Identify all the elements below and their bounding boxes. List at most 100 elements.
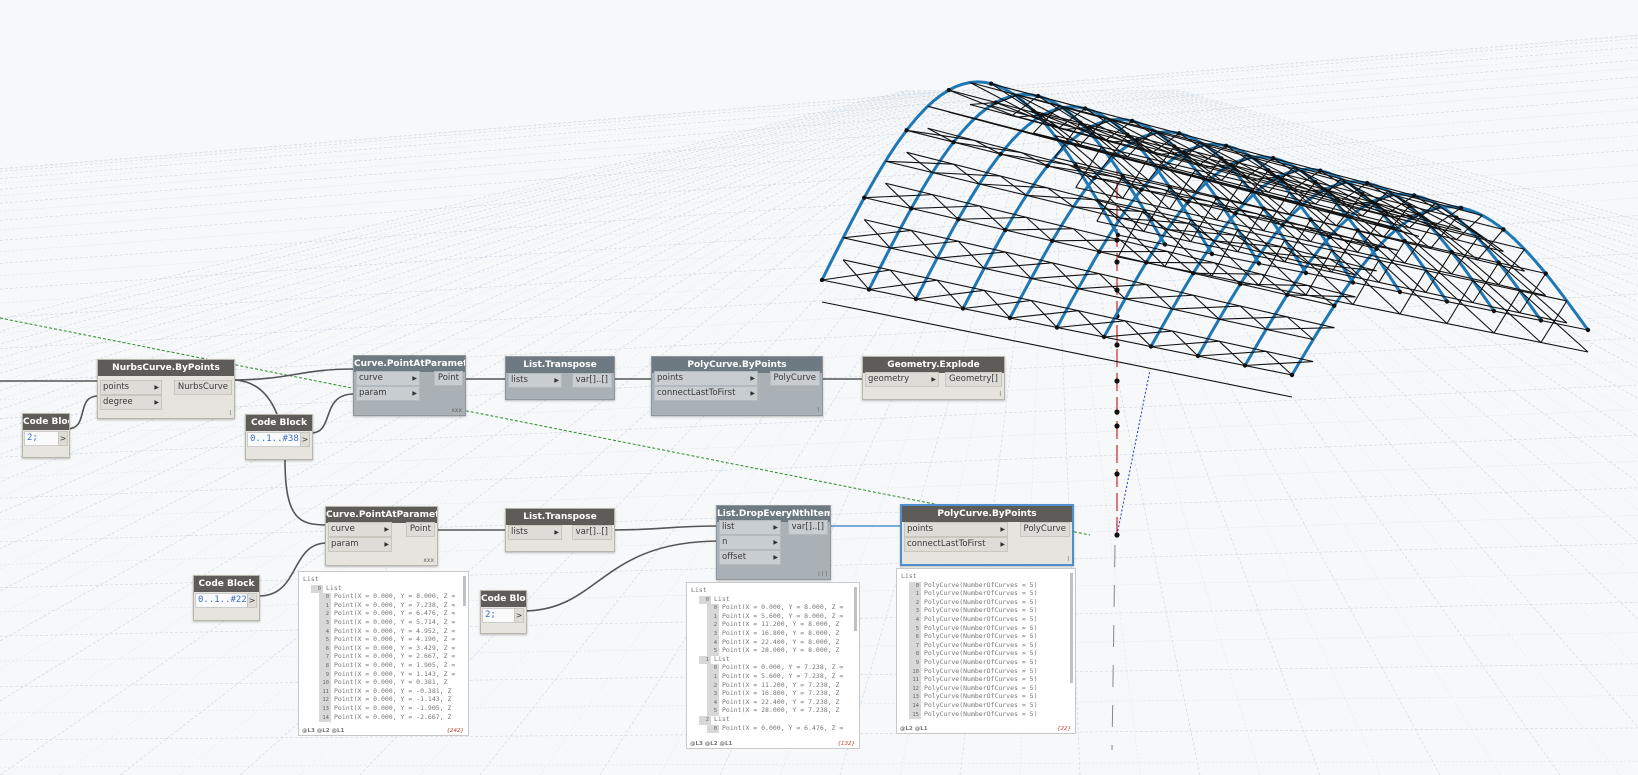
- preview-row: 1 Point(X = 5.600, Y = 7.238, Z =: [687, 672, 844, 682]
- output-port-var[interactable]: var[]..[]: [787, 520, 828, 535]
- preview-value: List: [303, 575, 319, 583]
- preview-value: Point(X = 5.600, Y = 7.238, Z =: [722, 672, 844, 680]
- input-port-geometry[interactable]: geometry: [865, 372, 939, 387]
- code-block-node-range38[interactable]: Code Block 0..1..#38; >: [245, 414, 313, 460]
- preview-row: 0 Point(X = 0.000, Y = 8.000, Z =: [687, 603, 843, 613]
- preview-value: PolyCurve(NumberOfCurves = 5): [924, 701, 1038, 709]
- preview-bubble-dropped-points[interactable]: @L3 @L2 @L1 {132} List 0 List 0 Point(X = 0.0…: [686, 582, 860, 749]
- input-port-points[interactable]: points: [100, 380, 162, 395]
- node-title: Code Block: [246, 415, 312, 431]
- list-levels: @L3 @L2 @L1: [690, 741, 733, 747]
- polycurve-by-points-node-2[interactable]: PolyCurve.ByPoints points connectLastToF…: [900, 504, 1074, 566]
- lacing-indicator: l l l: [818, 571, 827, 578]
- preview-value: Point(X = 0.000, Y = 5.714, Z =: [334, 618, 456, 626]
- output-port-var[interactable]: var[]..[]: [571, 373, 612, 388]
- code-block-node-range22[interactable]: Code Block 0..1..#22; >: [193, 575, 260, 621]
- input-port-param[interactable]: param: [328, 537, 392, 552]
- output-port[interactable]: >: [58, 431, 68, 446]
- code-input[interactable]: 2;: [24, 431, 60, 446]
- preview-value: Point(X = 16.800, Y = 7.238, Z: [722, 689, 840, 698]
- input-port-lists[interactable]: lists: [508, 525, 562, 540]
- item-count: {132}: [837, 741, 856, 747]
- preview-value: Point(X = 0.000, Y = -1.143, Z: [334, 695, 452, 704]
- input-port-connect-last-to-first[interactable]: connectLastToFirst: [904, 537, 1008, 552]
- input-port-curve[interactable]: curve: [356, 371, 420, 386]
- scrollbar[interactable]: [1070, 573, 1073, 683]
- preview-value: PolyCurve(NumberOfCurves = 5): [924, 666, 1038, 675]
- list-levels: @L3 @L2 @L1: [302, 728, 345, 734]
- arch-structure: [819, 80, 1591, 398]
- preview-row: 0 Point(X = 0.000, Y = 6.476, Z =: [687, 723, 844, 734]
- item-count: {242}: [446, 728, 465, 734]
- preview-row: 5 Point(X = 0.000, Y = 4.190, Z =: [299, 635, 455, 645]
- output-port-polycurve[interactable]: PolyCurve: [1019, 522, 1070, 537]
- output-port-point[interactable]: Point: [405, 522, 435, 537]
- scrollbar[interactable]: [463, 576, 466, 606]
- output-port-var[interactable]: var[]..[]: [571, 525, 612, 540]
- preview-footer: @L2 @L1 {22}: [900, 726, 1071, 732]
- input-port-points[interactable]: points: [904, 522, 1008, 537]
- input-port-n[interactable]: n: [719, 535, 781, 550]
- preview-row: 15 PolyCurve(NumberOfCurves = 5): [897, 710, 1038, 720]
- curve-point-at-parameter-node-1[interactable]: Curve.PointAtParameter curve param Point…: [353, 355, 466, 416]
- code-block-node-n[interactable]: Code Block 2; >: [480, 590, 527, 634]
- input-port-list[interactable]: list: [719, 520, 781, 535]
- input-port-param[interactable]: param: [356, 386, 420, 401]
- preview-row: 8 Point(X = 0.000, Y = 1.905, Z =: [299, 661, 455, 671]
- preview-value: PolyCurve(NumberOfCurves = 5): [924, 675, 1038, 684]
- output-port[interactable]: >: [247, 593, 257, 608]
- preview-value: Point(X = 0.000, Y = 0.381, Z: [334, 678, 448, 687]
- preview-value: PolyCurve(NumberOfCurves = 5): [924, 589, 1038, 598]
- input-port-connect-last-to-first[interactable]: connectLastToFirst: [654, 386, 758, 401]
- preview-row: 3 Point(X = 0.000, Y = 5.714, Z =: [299, 618, 456, 628]
- preview-row: 7 PolyCurve(NumberOfCurves = 5): [897, 641, 1038, 651]
- preview-value: Point(X = 0.000, Y = 6.476, Z =: [722, 723, 844, 732]
- preview-value: Point(X = 22.400, Y = 7.238, Z: [722, 697, 840, 706]
- output-port[interactable]: >: [300, 432, 310, 447]
- preview-row: 3 Point(X = 16.800, Y = 7.238, Z: [687, 689, 840, 699]
- lacing-indicator: l: [817, 407, 819, 414]
- curve-point-at-parameter-node-2[interactable]: Curve.PointAtParameter curve param Point…: [325, 506, 438, 566]
- node-title: Code Block: [481, 591, 526, 607]
- geometry-explode-node[interactable]: Geometry.Explode geometry Geometry[] l: [862, 356, 1005, 400]
- preview-footer: @L3 @L2 @L1 {242}: [302, 728, 464, 734]
- list-drop-every-nth-item-node[interactable]: List.DropEveryNthItem list n offset var[…: [716, 505, 831, 580]
- preview-row: 2 Point(X = 0.000, Y = 6.476, Z =: [299, 609, 455, 619]
- scrollbar[interactable]: [854, 587, 857, 631]
- item-count: {22}: [1057, 726, 1071, 732]
- preview-row: 0 Point(X = 0.000, Y = 7.238, Z =: [687, 663, 843, 673]
- preview-value: Point(X = 0.000, Y = -0.381, Z: [334, 686, 452, 695]
- nurbs-curve-by-points-node[interactable]: NurbsCurve.ByPoints points degree NurbsC…: [97, 359, 235, 419]
- code-input[interactable]: 2;: [482, 608, 516, 623]
- code-block-node-degree[interactable]: Code Block 2; >: [22, 413, 70, 458]
- preview-value: List: [714, 594, 730, 603]
- output-port-nurbscurve[interactable]: NurbsCurve: [173, 380, 232, 395]
- input-port-points[interactable]: points: [654, 371, 758, 386]
- input-port-offset[interactable]: offset: [719, 550, 781, 565]
- preview-row: 14 PolyCurve(NumberOfCurves = 5): [897, 701, 1038, 711]
- output-port-polycurve[interactable]: PolyCurve: [769, 371, 820, 386]
- output-port-point[interactable]: Point: [433, 371, 463, 386]
- lacing-indicator: l: [999, 391, 1001, 398]
- code-input[interactable]: 0..1..#38;: [247, 432, 304, 447]
- input-port-degree[interactable]: degree: [100, 395, 162, 410]
- preview-bubble-points[interactable]: @L3 @L2 @L1 {242} List 0 List 0 Point(X = 0.0…: [298, 571, 469, 736]
- input-port-lists[interactable]: lists: [508, 373, 562, 388]
- node-title: Code Block: [23, 414, 69, 430]
- output-port-geometry-array[interactable]: Geometry[]: [944, 372, 1002, 387]
- preview-value: PolyCurve(NumberOfCurves = 5): [924, 580, 1038, 589]
- polycurve-by-points-node-1[interactable]: PolyCurve.ByPoints points connectLastToF…: [651, 356, 823, 416]
- list-transpose-node-2[interactable]: List.Transpose lists var[]..[]: [505, 508, 615, 552]
- output-port[interactable]: >: [514, 608, 524, 623]
- preview-row: 9 PolyCurve(NumberOfCurves = 5): [897, 658, 1038, 668]
- preview-row: 3 PolyCurve(NumberOfCurves = 5): [897, 606, 1038, 616]
- preview-value: Point(X = 0.000, Y = 8.000, Z =: [334, 592, 456, 601]
- preview-value: Point(X = 22.400, Y = 8.000, Z: [722, 637, 840, 646]
- lacing-indicator: l: [1067, 556, 1069, 563]
- preview-bubble-polycurves[interactable]: @L2 @L1 {22} List 0 PolyCurve(NumberOfCurve…: [896, 568, 1076, 734]
- input-port-curve[interactable]: curve: [328, 522, 392, 537]
- list-transpose-node-1[interactable]: List.Transpose lists var[]..[]: [505, 356, 615, 400]
- code-input[interactable]: 0..1..#22;: [195, 593, 252, 608]
- node-title: List.Transpose: [506, 509, 614, 525]
- preview-value: PolyCurve(NumberOfCurves = 5): [924, 632, 1038, 641]
